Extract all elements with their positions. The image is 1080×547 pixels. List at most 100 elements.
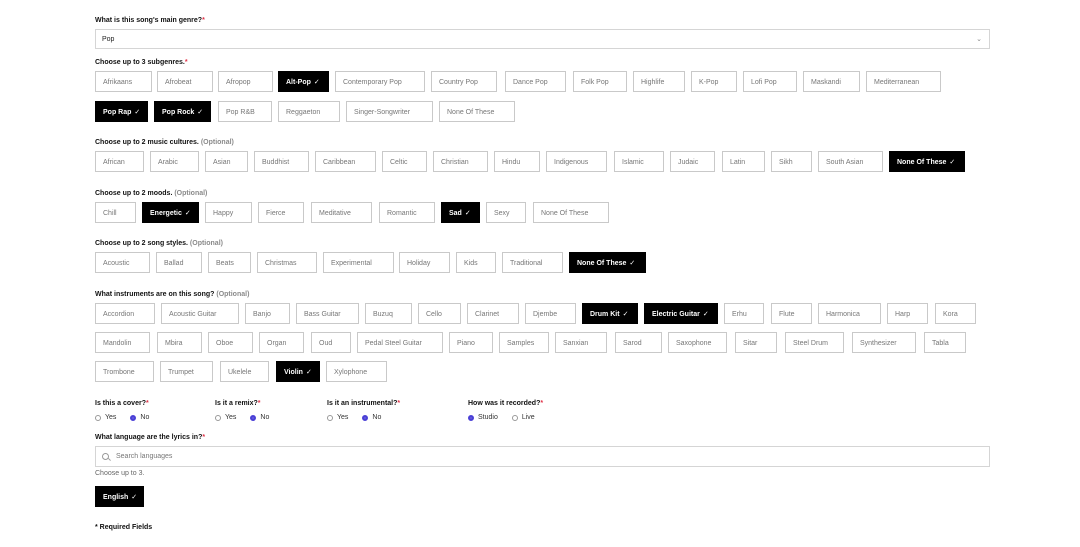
style-chip[interactable]: Traditional: [502, 252, 563, 273]
instrument-chip-selected[interactable]: Violin ✓: [276, 361, 320, 382]
radio-icon[interactable]: [511, 414, 518, 421]
subgenre-chip[interactable]: K-Pop: [691, 71, 737, 92]
style-chip[interactable]: Acoustic: [95, 252, 150, 273]
cover-no-option[interactable]: No: [130, 414, 149, 421]
mood-chip[interactable]: Sexy: [486, 202, 526, 223]
culture-chip[interactable]: Arabic: [150, 151, 199, 172]
culture-chip[interactable]: Caribbean: [315, 151, 376, 172]
instrument-chip[interactable]: Banjo: [245, 303, 290, 324]
subgenre-chip[interactable]: Afropop: [218, 71, 273, 92]
culture-chip[interactable]: Christian: [433, 151, 488, 172]
style-chip[interactable]: Beats: [208, 252, 251, 273]
instrument-chip[interactable]: Piano: [449, 332, 493, 353]
instrument-chip[interactable]: Sarod: [615, 332, 662, 353]
instrument-chip-selected[interactable]: Electric Guitar ✓: [644, 303, 718, 324]
subgenre-chip-selected[interactable]: Pop Rap ✓: [95, 101, 148, 122]
culture-chip[interactable]: Asian: [205, 151, 248, 172]
subgenre-chip-selected[interactable]: Pop Rock ✓: [154, 101, 211, 122]
culture-chip[interactable]: Latin: [722, 151, 765, 172]
mood-chip[interactable]: Meditative: [311, 202, 372, 223]
instrument-chip[interactable]: Trumpet: [160, 361, 213, 382]
instrument-chip[interactable]: Mandolin: [95, 332, 150, 353]
language-search-input[interactable]: Search languages: [95, 446, 990, 467]
radio-selected-icon[interactable]: [130, 414, 137, 421]
style-chip[interactable]: Kids: [456, 252, 496, 273]
instrument-chip[interactable]: Ukelele: [220, 361, 269, 382]
instrument-chip[interactable]: Kora: [935, 303, 976, 324]
subgenre-chip[interactable]: Afrikaans: [95, 71, 152, 92]
style-chip[interactable]: Holiday: [399, 252, 450, 273]
culture-chip[interactable]: Sikh: [771, 151, 812, 172]
instrument-chip[interactable]: Pedal Steel Guitar: [357, 332, 443, 353]
culture-chip-selected[interactable]: None Of These ✓: [889, 151, 965, 172]
instrument-chip[interactable]: Acoustic Guitar: [161, 303, 239, 324]
instrument-chip[interactable]: Cello: [418, 303, 461, 324]
instrument-chip[interactable]: Tabla: [924, 332, 966, 353]
instrument-chip[interactable]: Mbira: [157, 332, 202, 353]
instrument-chip[interactable]: Samples: [499, 332, 549, 353]
remix-yes-option[interactable]: Yes: [215, 414, 236, 421]
instrument-chip[interactable]: Bass Guitar: [296, 303, 359, 324]
instrument-chip[interactable]: Erhu: [724, 303, 764, 324]
instrument-chip[interactable]: Organ: [259, 332, 304, 353]
culture-chip[interactable]: Islamic: [614, 151, 664, 172]
language-chip-selected[interactable]: English ✓: [95, 486, 144, 507]
mood-chip[interactable]: None Of These: [533, 202, 609, 223]
style-chip-selected[interactable]: None Of These ✓: [569, 252, 646, 273]
subgenre-chip-selected[interactable]: Alt-Pop ✓: [278, 71, 329, 92]
subgenre-chip[interactable]: Singer-Songwriter: [346, 101, 433, 122]
mood-chip[interactable]: Fierce: [258, 202, 304, 223]
radio-selected-icon[interactable]: [362, 414, 369, 421]
culture-chip[interactable]: African: [95, 151, 144, 172]
subgenre-chip[interactable]: Folk Pop: [573, 71, 627, 92]
instrument-chip[interactable]: Sitar: [735, 332, 777, 353]
culture-chip[interactable]: Celtic: [382, 151, 427, 172]
instrument-chip[interactable]: Flute: [771, 303, 812, 324]
instrument-chip[interactable]: Trombone: [95, 361, 154, 382]
subgenre-chip[interactable]: Dance Pop: [505, 71, 566, 92]
subgenre-chip[interactable]: Afrobeat: [157, 71, 213, 92]
remix-no-option[interactable]: No: [250, 414, 269, 421]
mood-chip-selected[interactable]: Sad ✓: [441, 202, 480, 223]
instrument-chip[interactable]: Buzuq: [365, 303, 412, 324]
instrument-chip[interactable]: Harmonica: [818, 303, 881, 324]
radio-icon[interactable]: [215, 414, 221, 421]
radio-icon[interactable]: [95, 414, 101, 421]
instrument-chip[interactable]: Xylophone: [326, 361, 387, 382]
culture-chip[interactable]: Buddhist: [254, 151, 309, 172]
subgenre-chip[interactable]: Contemporary Pop: [335, 71, 425, 92]
subgenre-chip[interactable]: Pop R&B: [218, 101, 272, 122]
instrument-chip[interactable]: Djembe: [525, 303, 576, 324]
subgenre-chip[interactable]: Lofi Pop: [743, 71, 797, 92]
instrument-chip[interactable]: Oboe: [208, 332, 253, 353]
instrument-chip[interactable]: Sanxian: [555, 332, 607, 353]
radio-selected-icon[interactable]: [250, 414, 257, 421]
mood-chip-selected[interactable]: Energetic ✓: [142, 202, 199, 223]
recorded-studio-option[interactable]: Studio: [468, 414, 498, 421]
mood-chip[interactable]: Chill: [95, 202, 136, 223]
culture-chip[interactable]: Hindu: [494, 151, 540, 172]
radio-icon[interactable]: [327, 414, 333, 421]
instrument-chip[interactable]: Saxophone: [668, 332, 727, 353]
culture-chip[interactable]: South Asian: [818, 151, 883, 172]
cover-yes-option[interactable]: Yes: [95, 414, 116, 421]
culture-chip[interactable]: Indigenous: [546, 151, 607, 172]
instrument-chip[interactable]: Oud: [311, 332, 351, 353]
instrument-chip[interactable]: Steel Drum: [785, 332, 844, 353]
subgenre-chip[interactable]: Mediterranean: [866, 71, 941, 92]
instrument-chip-selected[interactable]: Drum Kit ✓: [582, 303, 638, 324]
recorded-live-option[interactable]: Live: [511, 414, 535, 421]
instrumental-yes-option[interactable]: Yes: [327, 414, 348, 421]
instrument-chip[interactable]: Synthesizer: [852, 332, 916, 353]
style-chip[interactable]: Ballad: [156, 252, 202, 273]
subgenre-chip[interactable]: Country Pop: [431, 71, 497, 92]
instrument-chip[interactable]: Clarinet: [467, 303, 519, 324]
genre-select[interactable]: Pop ⌄: [95, 29, 990, 49]
subgenre-chip[interactable]: Maskandi: [803, 71, 860, 92]
subgenre-chip[interactable]: Highlife: [633, 71, 685, 92]
instrument-chip[interactable]: Harp: [887, 303, 928, 324]
instrument-chip[interactable]: Accordion: [95, 303, 155, 324]
mood-chip[interactable]: Romantic: [379, 202, 435, 223]
style-chip[interactable]: Christmas: [257, 252, 317, 273]
subgenre-chip[interactable]: Reggaeton: [278, 101, 340, 122]
